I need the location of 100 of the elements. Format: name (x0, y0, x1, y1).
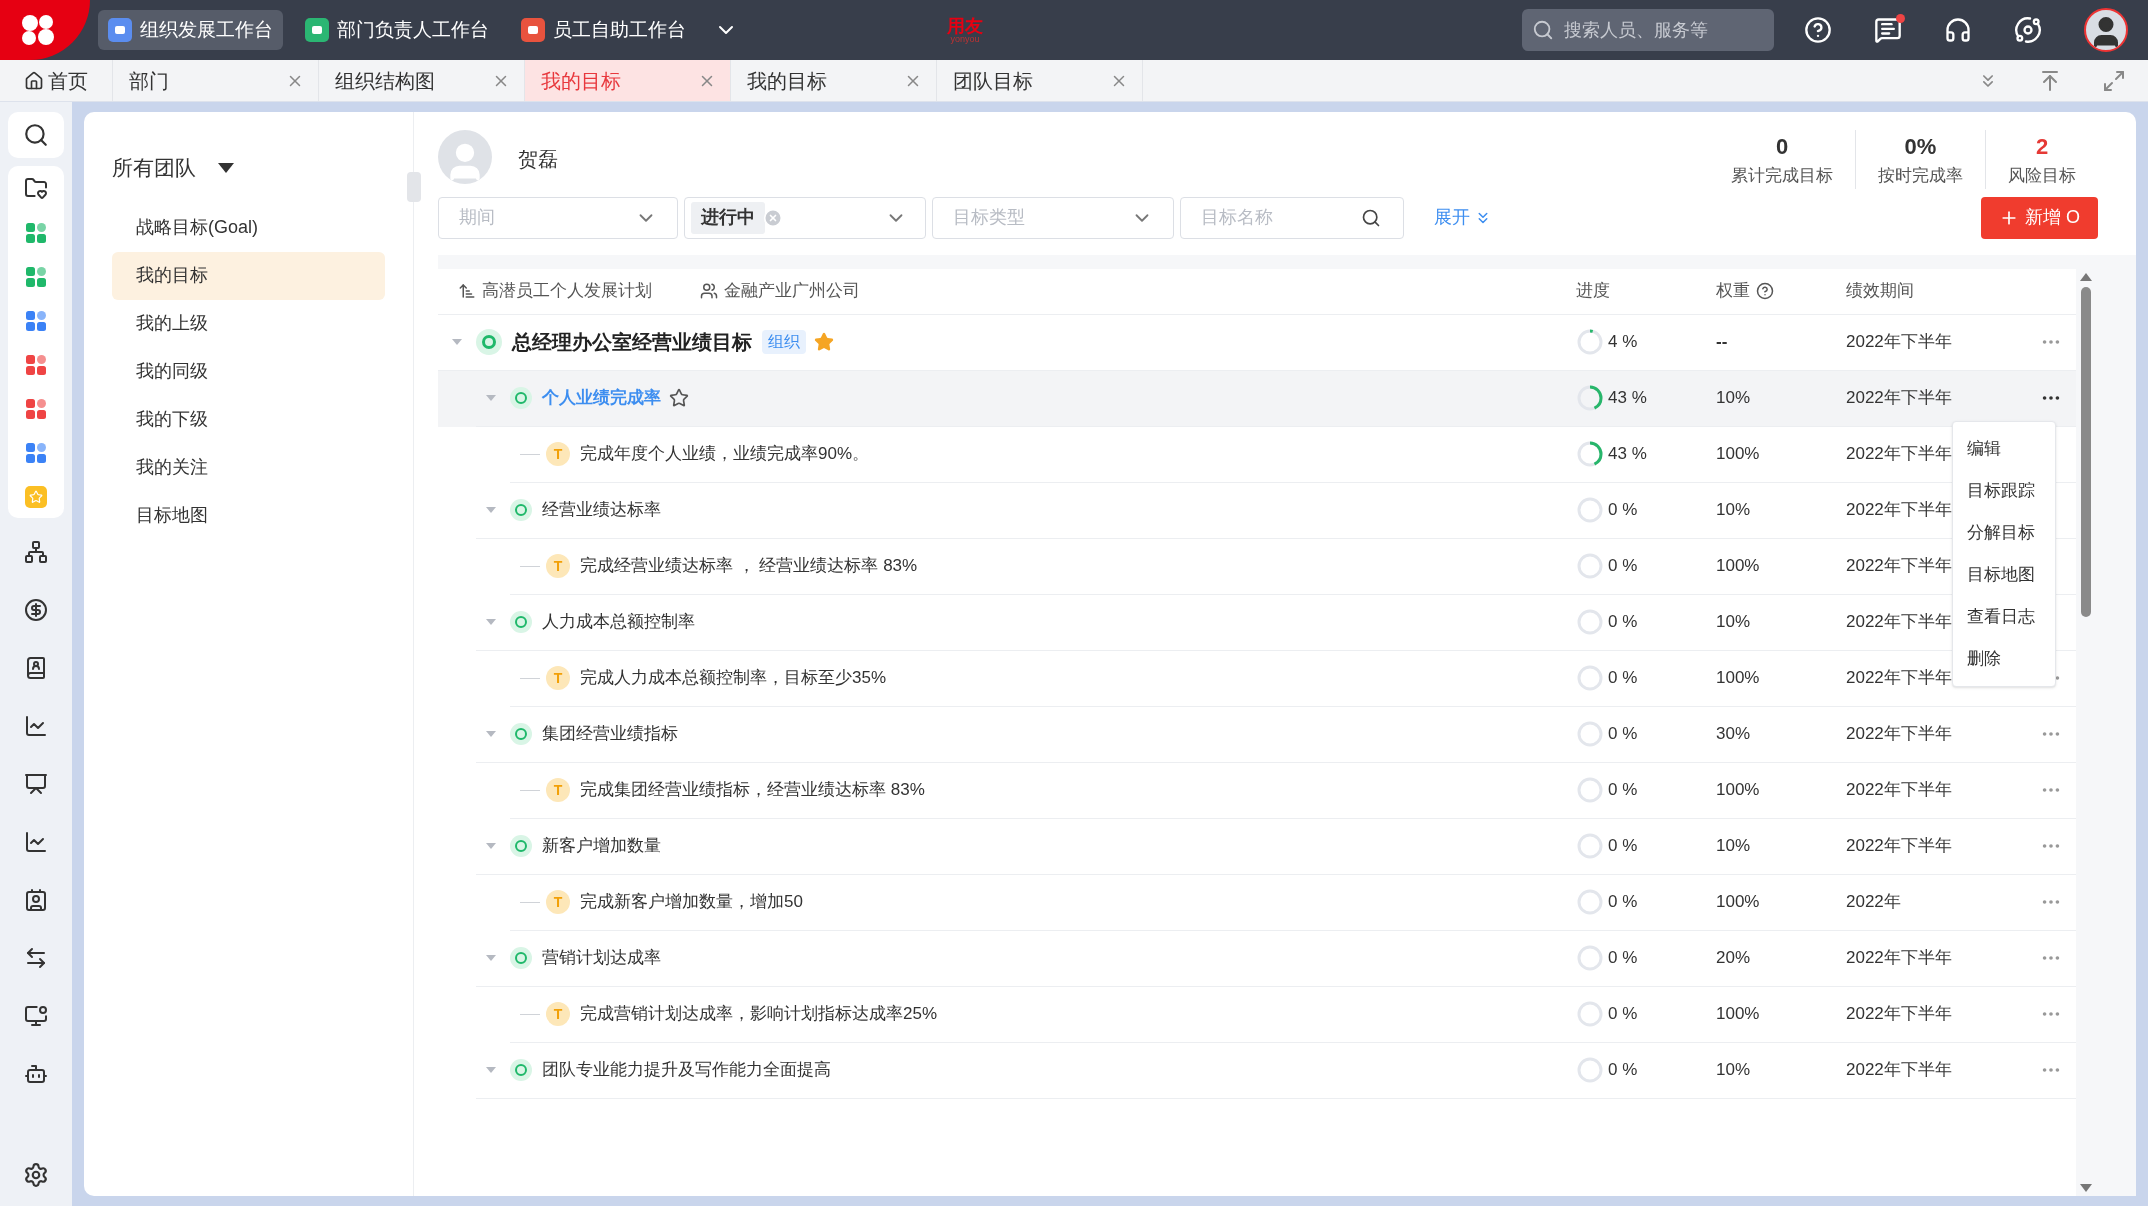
page-tab[interactable]: 我的目标 (731, 60, 937, 101)
robot-icon[interactable] (24, 1062, 48, 1086)
caret-icon[interactable] (452, 339, 462, 345)
caret-icon[interactable] (486, 507, 496, 513)
goal-title[interactable]: 团队专业能力提升及写作能力全面提高 (542, 1057, 831, 1083)
help-icon[interactable] (1756, 282, 1774, 300)
settings-icon[interactable] (23, 1162, 49, 1188)
caret-icon[interactable] (486, 619, 496, 625)
page-tab[interactable]: 团队目标 (937, 60, 1143, 101)
star-icon[interactable] (814, 332, 834, 352)
goal-title[interactable]: 完成营销计划达成率，影响计划指标达成率25% (580, 1001, 938, 1027)
team-selector[interactable]: 所有团队 (112, 152, 196, 184)
scroll-down-icon[interactable] (2080, 1184, 2092, 1192)
menu-item[interactable]: 分解目标 (1953, 512, 2055, 554)
app-icon[interactable] (25, 354, 47, 376)
add-button[interactable]: 新增 O (1981, 196, 2098, 239)
fullscreen-icon[interactable] (2102, 68, 2126, 93)
progress-value: 0 % (1608, 499, 1638, 522)
goal-title[interactable]: 完成集团经营业绩指标，经营业绩达标率 83% (580, 777, 925, 803)
stat-label: 累计完成目标 (1731, 165, 1833, 187)
sidebar-item[interactable]: 我的目标 (112, 251, 385, 300)
org-tag: 组织 (762, 330, 806, 354)
sidebar-item[interactable]: 我的关注 (112, 443, 385, 492)
collapse-handle[interactable] (407, 172, 421, 202)
contact-book-icon[interactable] (24, 656, 48, 680)
progress-ring (1576, 496, 1604, 524)
goal-title[interactable]: 集团经营业绩指标 (542, 721, 678, 747)
caret-icon[interactable] (486, 731, 496, 737)
monitor-icon[interactable] (24, 1004, 48, 1028)
menu-item[interactable]: 编辑 (1953, 428, 2055, 470)
app-icon[interactable] (25, 266, 47, 288)
logo-icon[interactable] (0, 0, 90, 60)
sidebar-item[interactable]: 战略目标(Goal) (112, 203, 385, 252)
sidebar-item[interactable]: 目标地图 (112, 491, 385, 540)
table-row[interactable]: T 完成新客户增加数量，增加50 0 % 100% 2022年 (438, 874, 2076, 931)
name-search-field[interactable]: 目标名称 (1201, 204, 1361, 231)
goal-title[interactable]: 经营业绩达标率 (542, 497, 661, 523)
goal-title[interactable]: 完成新客户增加数量，增加50 (580, 889, 803, 915)
headset-icon[interactable] (1944, 16, 1972, 44)
sidebar-item[interactable]: 我的同级 (112, 347, 385, 396)
caret-icon[interactable] (486, 955, 496, 961)
name-search-box[interactable]: 目标名称 (1180, 196, 1404, 239)
workspace-tab[interactable]: 组织发展工作台 (98, 10, 283, 50)
app-icon[interactable] (25, 310, 47, 332)
menu-item[interactable]: 目标跟踪 (1953, 470, 2055, 512)
workspace-icon (108, 18, 132, 42)
table-row[interactable]: 集团经营业绩指标 0 % 30% 2022年下半年 (438, 706, 2076, 763)
caret-icon[interactable] (486, 395, 496, 401)
sidebar-item[interactable]: 我的下级 (112, 395, 385, 444)
caret-icon[interactable] (486, 843, 496, 849)
contact-card-icon[interactable] (24, 888, 48, 912)
goal-title[interactable]: 完成经营业绩达标率 ， 经营业绩达标率 83% (580, 553, 918, 579)
planet-icon[interactable] (2014, 16, 2042, 44)
search-button[interactable] (8, 112, 64, 158)
goal-title[interactable]: 总经理办公室经营业绩目标 (512, 327, 752, 357)
app-icon[interactable] (25, 222, 47, 244)
menu-item[interactable]: 删除 (1953, 638, 2055, 680)
table-row[interactable]: 总经理办公室经营业绩目标 组织 4 % -- 2022年下半年 (438, 314, 2076, 371)
menu-item[interactable]: 目标地图 (1953, 554, 2055, 596)
goal-title[interactable]: 新客户增加数量 (542, 833, 661, 859)
org-chart-icon[interactable] (24, 540, 48, 564)
goal-title[interactable]: 完成年度个人业绩，业绩完成率90%。 (580, 441, 870, 467)
chart-icon[interactable] (24, 830, 48, 854)
message-icon[interactable] (1874, 16, 1902, 44)
period-value: 2022年下半年 (1846, 948, 1952, 968)
search-field[interactable]: 搜索人员、服务等 (1564, 16, 1754, 44)
star-app-icon[interactable] (25, 486, 47, 508)
goal-title[interactable]: 营销计划达成率 (542, 945, 661, 971)
scroll-up-icon[interactable] (2080, 272, 2092, 281)
dropdown-caret-icon[interactable] (218, 162, 234, 173)
app-icon[interactable] (25, 442, 47, 464)
sidebar-item[interactable]: 我的上级 (112, 299, 385, 348)
target-icon (510, 947, 532, 969)
page-tab[interactable]: 首页 (0, 60, 113, 101)
key-result-icon: T (546, 890, 570, 914)
chart-icon[interactable] (24, 714, 48, 738)
caret-icon[interactable] (486, 1067, 496, 1073)
folder-star-icon[interactable] (24, 176, 48, 200)
table-row[interactable]: 团队专业能力提升及写作能力全面提高 0 % 10% 2022年下半年 (438, 1042, 2076, 1099)
key-result-icon: T (546, 666, 570, 690)
search-box[interactable]: 搜索人员、服务等 (1522, 9, 1774, 51)
table-row[interactable]: T 完成营销计划达成率，影响计划指标达成率25% 0 % 100% 2022年下半年 (438, 986, 2076, 1043)
goal-title[interactable]: 人力成本总额控制率 (542, 609, 695, 635)
table-row[interactable]: 新客户增加数量 0 % 10% 2022年下半年 (438, 818, 2076, 875)
table-row[interactable]: T 完成集团经营业绩指标，经营业绩达标率 83% 0 % 100% 2022年下半年 (438, 762, 2076, 819)
page-tab[interactable]: 部门 (113, 60, 319, 101)
table-row[interactable]: 营销计划达成率 0 % 20% 2022年下半年 (438, 930, 2076, 987)
app-icon[interactable] (25, 398, 47, 420)
status-select[interactable]: 进行中 (684, 196, 926, 239)
workspace-tab[interactable]: 部门负责人工作台 (295, 10, 499, 50)
avatar[interactable] (2084, 8, 2128, 52)
period-value: 2022年下半年 (1846, 1004, 1952, 1024)
star-icon[interactable] (669, 388, 689, 408)
workspace-tab[interactable]: 员工自助工作台 (511, 10, 696, 50)
scrollbar-thumb[interactable] (2081, 286, 2091, 617)
progress-value: 0 % (1608, 723, 1638, 746)
exchange-icon[interactable] (24, 946, 48, 970)
presentation-icon[interactable] (24, 772, 48, 796)
menu-item[interactable]: 查看日志 (1953, 596, 2055, 638)
key-result-icon: T (546, 442, 570, 466)
